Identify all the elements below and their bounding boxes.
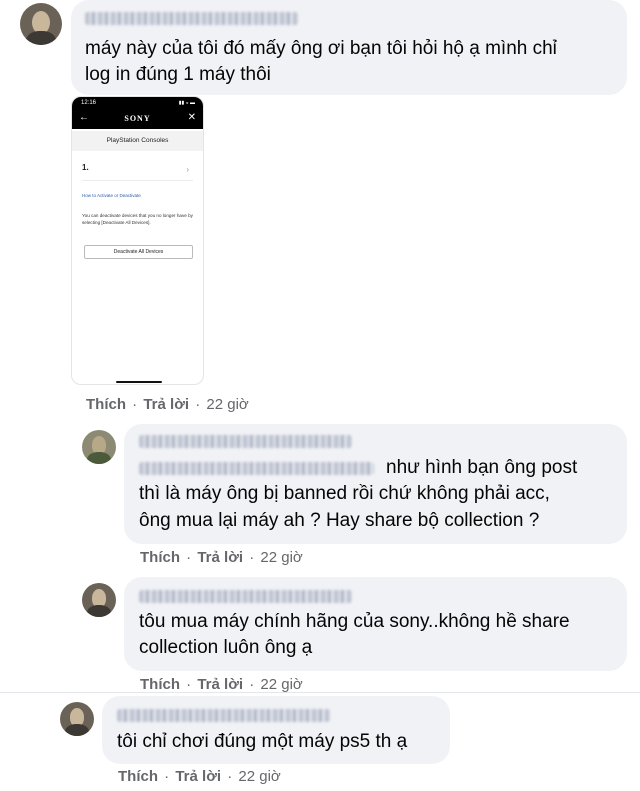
phone-nav-bar: ← SONY ✕ [72,109,203,129]
comment-bubble: tôi chỉ chơi đúng một máy ps5 th ạ [102,696,450,764]
divider [0,692,640,693]
comment-text-line: tôi chỉ chơi đúng một máy ps5 th ạ [117,731,408,752]
deactivate-description: You can deactivate devices that you no l… [82,213,193,225]
timestamp[interactable]: 22 giờ [238,768,280,785]
like-button[interactable]: Thích [140,676,180,693]
comment-text-line: tôu mua máy chính hãng của sony..không h… [139,611,570,632]
sony-logo: SONY [124,114,151,123]
reply-button[interactable]: Trả lời [175,768,221,785]
device-label: 1. [82,163,89,172]
deactivate-all-button: Deactivate All Devices [84,245,193,259]
comment-bubble: máy này của tôi đó mấy ông ơi bạn tôi hỏ… [71,0,627,95]
separator: · [249,549,255,566]
how-to-link: How to Activate or Deactivate [82,193,141,198]
chevron-right-icon: › [186,165,189,174]
close-icon: ✕ [187,112,196,123]
separator: · [195,396,201,413]
timestamp[interactable]: 22 giờ [260,676,302,693]
avatar[interactable] [82,583,116,617]
avatar[interactable] [60,702,94,736]
home-indicator [116,381,162,383]
separator: · [249,676,255,693]
like-button[interactable]: Thích [118,768,158,785]
author-name-blurred[interactable] [139,435,352,448]
status-icons: ▮▮ ◒ ▬ [178,100,195,106]
comment-actions: Thích · Trả lời · 22 giờ [140,549,303,566]
status-time: 12:16 [81,100,97,106]
comment-actions: Thích · Trả lời · 22 giờ [86,396,249,413]
comment-text-line: thì là máy ông bị banned rồi chứ không p… [139,483,550,504]
separator: · [186,676,192,693]
mention-link-blurred[interactable] [139,462,374,475]
screen-title: PlayStation Consoles [72,131,203,151]
avatar[interactable] [20,3,62,45]
reply-button[interactable]: Trả lời [197,676,243,693]
comment-text-line: máy này của tôi đó mấy ông ơi bạn tôi hỏ… [85,38,557,59]
reply-button[interactable]: Trả lời [197,549,243,566]
like-button[interactable]: Thích [140,549,180,566]
phone-status-bar: 12:16 ▮▮ ◒ ▬ [72,97,203,109]
comment-bubble: tôu mua máy chính hãng của sony..không h… [124,577,627,671]
separator: · [227,768,233,785]
timestamp[interactable]: 22 giờ [206,396,248,413]
separator: · [132,396,138,413]
device-row: 1. › [82,163,193,181]
author-name-blurred[interactable] [85,12,298,25]
comment-text-line: ông mua lại máy ah ? Hay share bộ collec… [139,510,540,531]
comment-bubble: như hình bạn ông post thì là máy ông bị … [124,424,627,544]
timestamp[interactable]: 22 giờ [260,549,302,566]
comment-text-line: log in đúng 1 máy thôi [85,64,271,85]
comment-text-line: collection luôn ông ạ [139,637,313,658]
comment-text-line: như hình bạn ông post [386,457,578,478]
avatar[interactable] [82,430,116,464]
author-name-blurred[interactable] [139,590,352,603]
separator: · [186,549,192,566]
author-name-blurred[interactable] [117,709,330,722]
comment-actions: Thích · Trả lời · 22 giờ [118,768,281,785]
separator: · [164,768,170,785]
like-button[interactable]: Thích [86,396,126,413]
attached-image[interactable]: 12:16 ▮▮ ◒ ▬ ← SONY ✕ PlayStation Consol… [71,96,204,385]
reply-button[interactable]: Trả lời [143,396,189,413]
comment-actions: Thích · Trả lời · 22 giờ [140,676,303,693]
